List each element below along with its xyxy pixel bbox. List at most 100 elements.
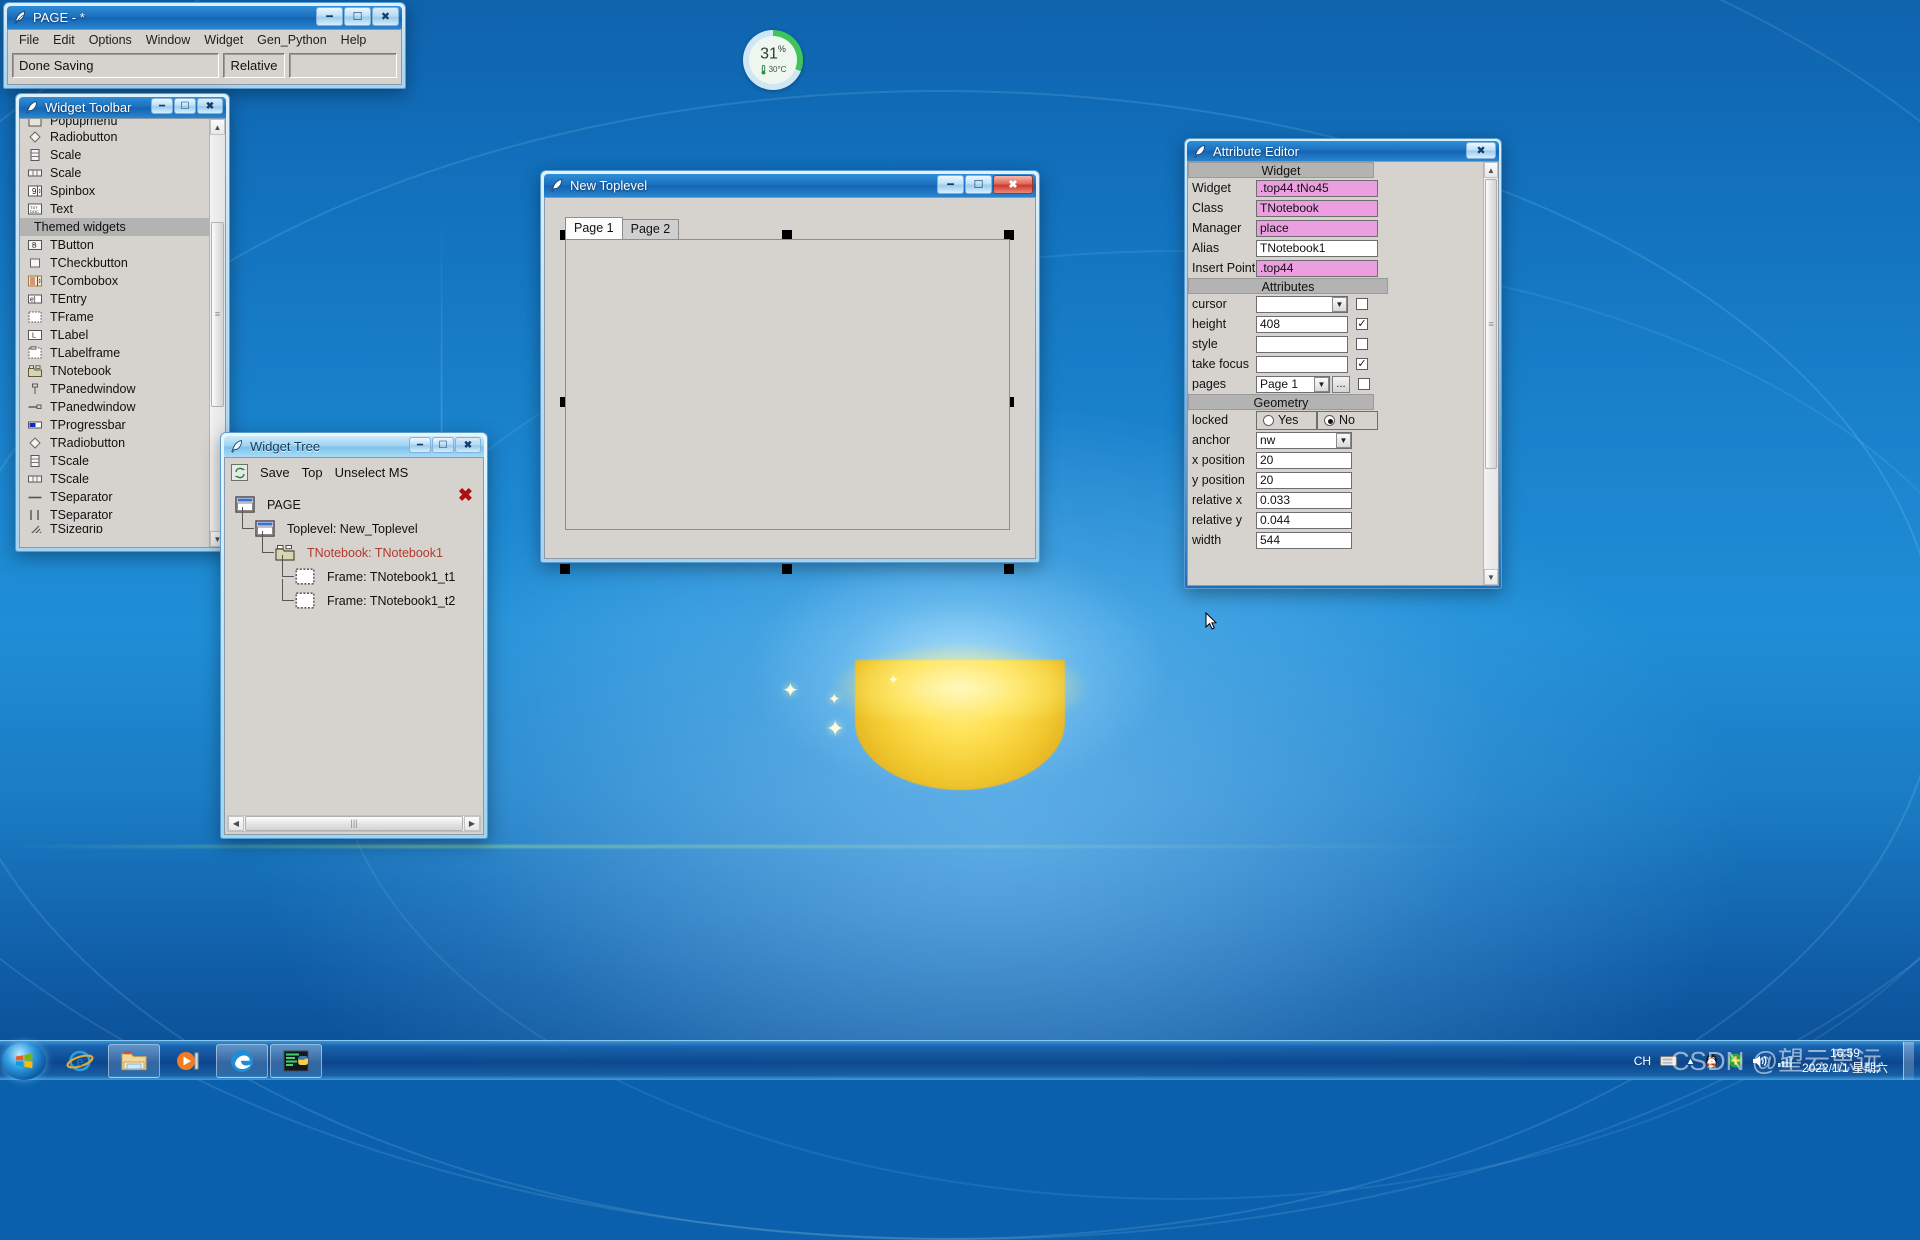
show-desktop-button[interactable] — [1903, 1041, 1914, 1080]
attribute-input[interactable] — [1256, 335, 1348, 353]
widget-list-item[interactable]: TPanedwindow — [20, 380, 209, 398]
widget-list-item[interactable]: TNotebook — [20, 362, 209, 380]
attribute-editor-window[interactable]: Attribute Editor ✖ Widget Widget .top44.tN… — [1184, 138, 1502, 589]
page-main-window[interactable]: PAGE - * ━ ☐ ✖ File Edit Options Window … — [3, 2, 406, 89]
widget-list-item[interactable]: TSizegrip — [20, 524, 209, 533]
tree-unselect-ms-button[interactable]: Unselect MS — [335, 465, 409, 480]
chevron-up-icon[interactable]: ▲ — [1686, 1056, 1695, 1066]
widget-list-item[interactable]: TPanedwindow — [20, 398, 209, 416]
widget-tree-toolbar[interactable]: Save Top Unselect MS — [225, 458, 483, 487]
menu-options[interactable]: Options — [82, 32, 139, 48]
hscrollbar-thumb[interactable]: ||| — [245, 816, 463, 831]
new-toplevel-titlebar[interactable]: New Toplevel ━ ☐ ✖ — [544, 174, 1036, 197]
scrollbar-thumb[interactable]: ≡ — [1485, 179, 1497, 469]
tree-node[interactable]: Frame: TNotebook1_t1 — [235, 555, 483, 589]
tnotebook-widget[interactable]: Page 1 Page 2 — [565, 217, 1010, 530]
tree-node[interactable]: TNotebook: TNotebook1 — [235, 531, 483, 565]
tree-save-button[interactable]: Save — [260, 465, 290, 480]
geometry-input[interactable]: 20 — [1256, 471, 1352, 489]
maximize-icon[interactable]: ☐ — [965, 175, 992, 194]
minimize-icon[interactable]: ━ — [937, 175, 964, 194]
maximize-icon[interactable]: ☐ — [432, 437, 454, 453]
chevron-down-icon[interactable]: ▼ — [1332, 296, 1347, 312]
geometry-combobox[interactable]: nw ▼ — [1256, 431, 1352, 449]
resize-handle-sw[interactable] — [560, 564, 570, 574]
widget-tree-window[interactable]: Widget Tree ━ ☐ ✖ Save Top Unselect MS ✖… — [220, 432, 488, 839]
attribute-checkbox[interactable]: ✓ — [1356, 318, 1368, 330]
attribute-checkbox[interactable] — [1356, 298, 1368, 310]
widget-list-item[interactable]: e| TEntry — [20, 290, 209, 308]
scroll-up-icon[interactable]: ▲ — [210, 119, 225, 135]
geometry-input[interactable]: 0.044 — [1256, 511, 1352, 529]
widget-list-section[interactable]: Themed widgets — [20, 218, 209, 236]
geometry-input[interactable]: 544 — [1256, 531, 1352, 549]
widget-list-item[interactable]: Radiobutton — [20, 128, 209, 146]
pages-more-button[interactable]: ... — [1332, 375, 1350, 393]
menu-help[interactable]: Help — [334, 32, 374, 48]
scroll-up-icon[interactable]: ▲ — [1484, 162, 1498, 178]
attribute-input[interactable]: 408 — [1256, 315, 1348, 333]
chevron-down-icon[interactable]: ▼ — [1336, 432, 1351, 448]
volume-icon[interactable] — [1752, 1054, 1768, 1068]
taskbar-clock[interactable]: 16:59 2022/1/1 星期六 — [1802, 1046, 1888, 1076]
tree-node[interactable]: Frame: TNotebook1_t2 — [235, 579, 483, 613]
locked-option-yes[interactable]: Yes — [1256, 410, 1317, 430]
network-icon[interactable] — [1777, 1054, 1793, 1068]
attribute-editor-titlebar[interactable]: Attribute Editor ✖ — [1187, 141, 1499, 161]
security-shield-icon[interactable] — [1728, 1053, 1743, 1068]
attribute-combobox[interactable]: Page 1 ▼ — [1256, 375, 1330, 393]
close-icon[interactable]: ✖ — [993, 175, 1033, 194]
widget-list-item[interactable]: TXT DOC Text — [20, 200, 209, 218]
maximize-icon[interactable]: ☐ — [174, 98, 196, 114]
taskbar-buttons[interactable]: e — [54, 1043, 322, 1078]
attribute-editor-controls[interactable]: ✖ — [1466, 142, 1496, 159]
page-window-controls[interactable]: ━ ☐ ✖ — [316, 7, 399, 26]
menu-gen-python[interactable]: Gen_Python — [250, 32, 334, 48]
widget-toolbar-window[interactable]: Widget Toolbar ━ ☐ ✖ Popupmenu Radiobutto… — [15, 93, 230, 552]
menu-widget[interactable]: Widget — [197, 32, 250, 48]
widget-list-item[interactable]: 9 Spinbox — [20, 182, 209, 200]
close-icon[interactable]: ✖ — [455, 437, 481, 453]
maximize-icon[interactable]: ☐ — [344, 7, 371, 26]
widget-toolbar-titlebar[interactable]: Widget Toolbar ━ ☐ ✖ — [19, 97, 226, 118]
widget-list-item[interactable]: Scale — [20, 146, 209, 164]
widget-list-item[interactable]: Scale — [20, 164, 209, 182]
widget-list-item[interactable]: TCheckbutton — [20, 254, 209, 272]
new-toplevel-window[interactable]: New Toplevel ━ ☐ ✖ Page 1 Page 2 — [540, 170, 1040, 574]
page-menubar[interactable]: File Edit Options Window Widget Gen_Pyth… — [7, 29, 402, 50]
widget-list-item[interactable]: B TButton — [20, 236, 209, 254]
refresh-icon[interactable] — [231, 464, 248, 481]
resize-handle-se[interactable] — [1004, 564, 1014, 574]
relative-button[interactable]: Relative — [223, 53, 285, 78]
minimize-icon[interactable]: ━ — [151, 98, 173, 114]
menu-window[interactable]: Window — [139, 32, 197, 48]
widget-tree-controls[interactable]: ━ ☐ ✖ — [409, 437, 481, 453]
widget-list-item[interactable]: TScale — [20, 470, 209, 488]
ime-indicator[interactable]: CH — [1634, 1054, 1651, 1068]
python-terminal-icon[interactable] — [270, 1043, 322, 1078]
scrollbar-thumb[interactable]: ≡ — [211, 222, 224, 407]
tree-top-button[interactable]: Top — [302, 465, 323, 480]
widget-list[interactable]: Popupmenu Radiobutton Scale Scale 9 Spinbox TX… — [20, 119, 209, 547]
close-icon[interactable]: ✖ — [197, 98, 223, 114]
attribute-input[interactable] — [1256, 355, 1348, 373]
property-value[interactable]: TNotebook1 — [1256, 239, 1378, 257]
chevron-down-icon[interactable]: ▼ — [1314, 376, 1329, 392]
edge-browser-icon[interactable] — [216, 1043, 268, 1078]
geometry-input[interactable]: 0.033 — [1256, 491, 1352, 509]
new-toplevel-controls[interactable]: ━ ☐ ✖ — [937, 175, 1033, 194]
widget-list-item[interactable]: TSeparator — [20, 488, 209, 506]
widget-tree-hscrollbar[interactable]: ◀ ||| ▶ — [227, 815, 481, 832]
minimize-icon[interactable]: ━ — [409, 437, 431, 453]
widget-tree-nodes[interactable]: PAGE Toplevel: New_Toplevel TNotebook: TNo… — [225, 487, 483, 613]
scroll-down-icon[interactable]: ▼ — [1484, 569, 1498, 585]
attribute-combobox[interactable]: ▼ — [1256, 295, 1348, 313]
cpu-gauge-widget[interactable]: 31% 30°C — [743, 30, 803, 90]
attribute-editor-form[interactable]: Widget Widget .top44.tNo45 Class TNotebook Ma… — [1188, 162, 1483, 585]
widget-list-item[interactable]: TCombobox — [20, 272, 209, 290]
widget-list-item[interactable]: TRadiobutton — [20, 434, 209, 452]
minimize-icon[interactable]: ━ — [316, 7, 343, 26]
file-explorer-icon[interactable] — [108, 1043, 160, 1078]
attribute-checkbox[interactable] — [1356, 338, 1368, 350]
new-toplevel-canvas[interactable]: Page 1 Page 2 — [544, 197, 1036, 574]
